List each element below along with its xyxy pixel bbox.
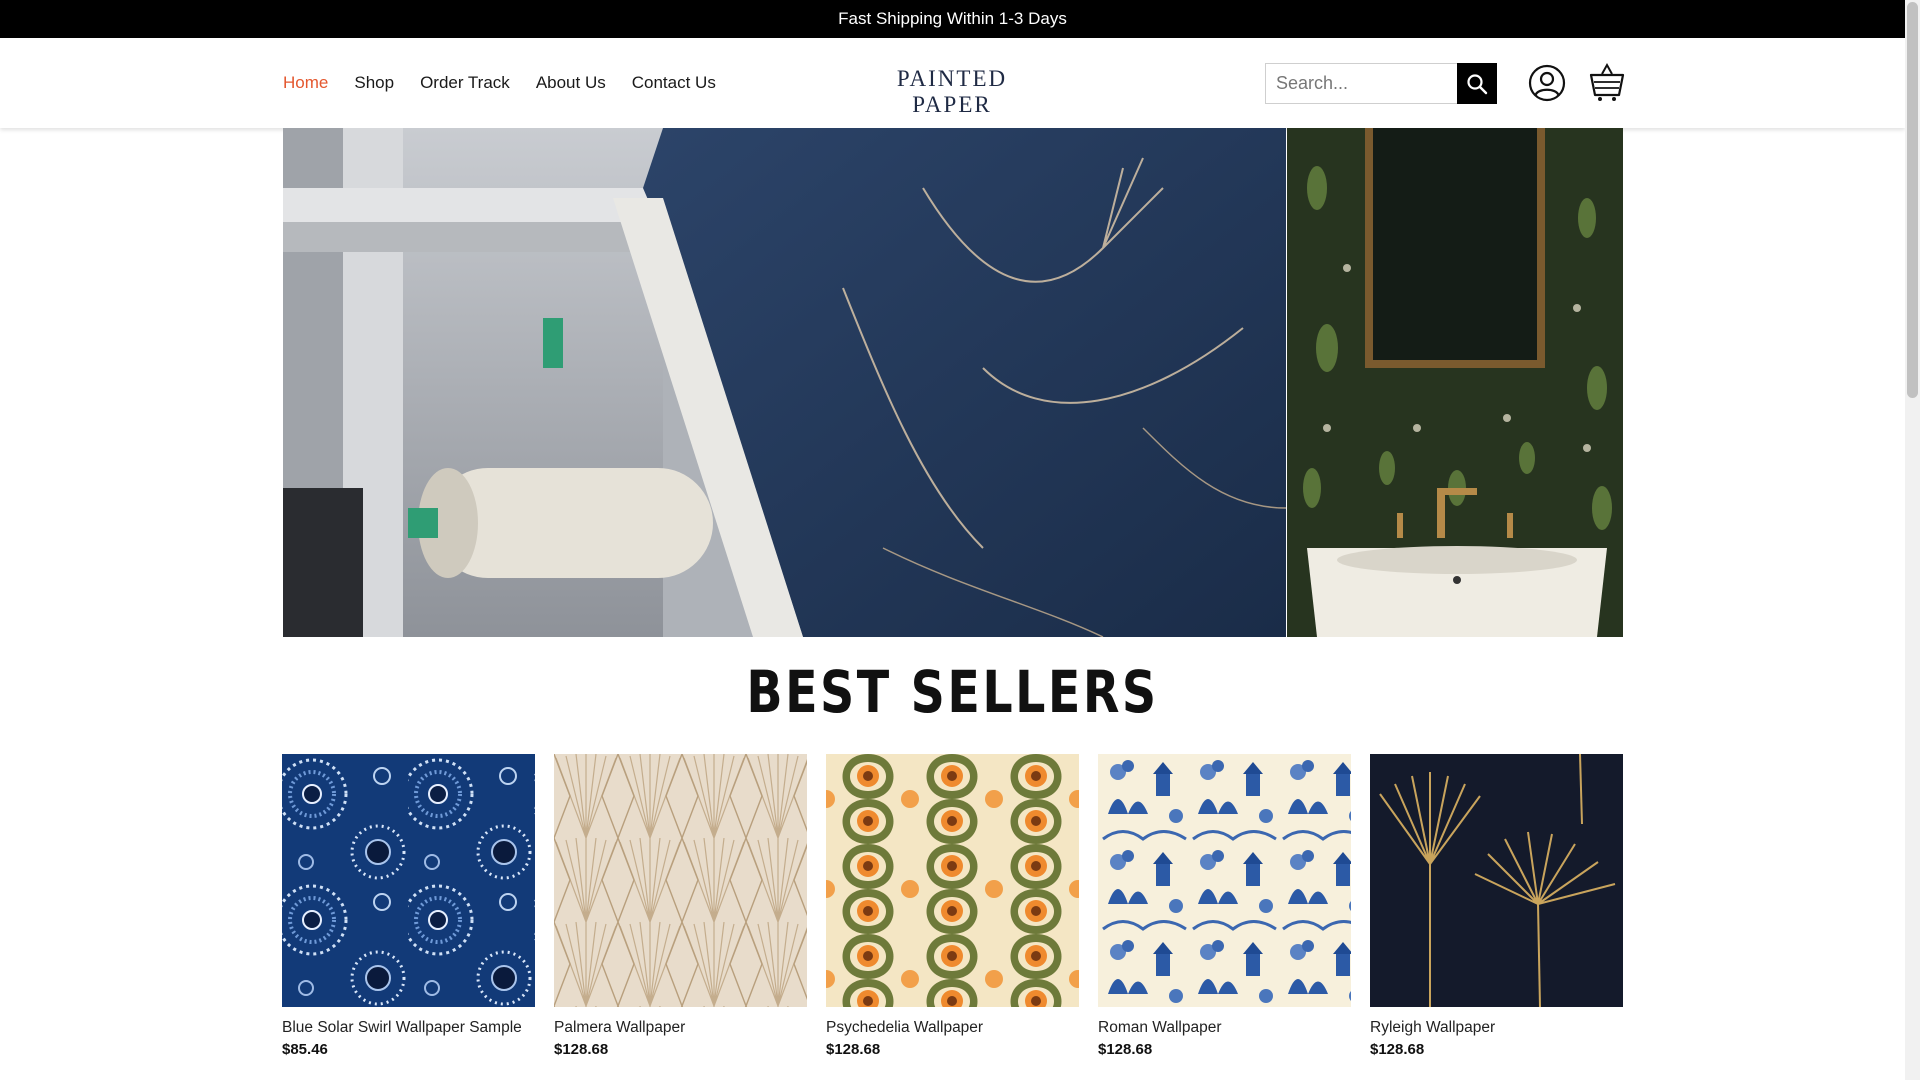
product-image[interactable] (1370, 754, 1623, 1007)
nav-shop[interactable]: Shop (354, 73, 394, 93)
page-scrollbar[interactable] (1905, 0, 1920, 1080)
product-image[interactable] (1098, 754, 1351, 1007)
nav-order-track[interactable]: Order Track (420, 73, 510, 93)
product-card[interactable]: Palmera Wallpaper $128.68 (554, 754, 807, 1058)
search-form (1265, 63, 1497, 104)
hero-image-printer (283, 128, 1286, 637)
product-image[interactable] (554, 754, 807, 1007)
product-price: $85.46 (282, 1041, 328, 1058)
product-name[interactable]: Roman Wallpaper (1098, 1019, 1351, 1037)
product-image[interactable] (282, 754, 535, 1007)
site-logo[interactable]: PAINTED PAPER (866, 66, 1038, 118)
product-card[interactable]: Ryleigh Wallpaper $128.68 (1370, 754, 1623, 1058)
product-card[interactable]: Blue Solar Swirl Wallpaper Sample $85.46 (282, 754, 535, 1058)
product-price: $128.68 (1370, 1041, 1425, 1058)
nav-contact-us[interactable]: Contact Us (632, 73, 716, 93)
hero-image-bathroom (1287, 128, 1623, 637)
product-price: $128.68 (826, 1041, 881, 1058)
search-icon (1467, 73, 1488, 94)
product-name[interactable]: Palmera Wallpaper (554, 1019, 807, 1037)
search-input[interactable] (1265, 63, 1457, 104)
scrollbar-thumb[interactable] (1907, 2, 1918, 398)
product-price: $128.68 (554, 1041, 609, 1058)
nav-home[interactable]: Home (283, 73, 328, 93)
product-name[interactable]: Psychedelia Wallpaper (826, 1019, 1079, 1037)
product-name[interactable]: Blue Solar Swirl Wallpaper Sample (282, 1019, 535, 1037)
section-title: BEST SELLERS (746, 658, 1159, 726)
product-image[interactable] (826, 754, 1079, 1007)
search-button[interactable] (1457, 63, 1497, 104)
site-header: Home Shop Order Track About Us Contact U… (0, 38, 1905, 128)
shopping-basket-icon[interactable] (1589, 62, 1625, 102)
hero-banner[interactable] (283, 128, 1623, 637)
product-card[interactable]: Psychedelia Wallpaper $128.68 (826, 754, 1079, 1058)
main-nav: Home Shop Order Track About Us Contact U… (283, 38, 716, 128)
product-card[interactable]: Roman Wallpaper $128.68 (1098, 754, 1351, 1058)
best-sellers-grid: Blue Solar Swirl Wallpaper Sample $85.46… (282, 754, 1624, 1058)
user-circle-icon[interactable] (1528, 64, 1566, 102)
announcement-bar: Fast Shipping Within 1-3 Days (0, 0, 1905, 38)
announcement-text: Fast Shipping Within 1-3 Days (838, 9, 1067, 28)
product-name[interactable]: Ryleigh Wallpaper (1370, 1019, 1623, 1037)
nav-about-us[interactable]: About Us (536, 73, 606, 93)
product-price: $128.68 (1098, 1041, 1153, 1058)
